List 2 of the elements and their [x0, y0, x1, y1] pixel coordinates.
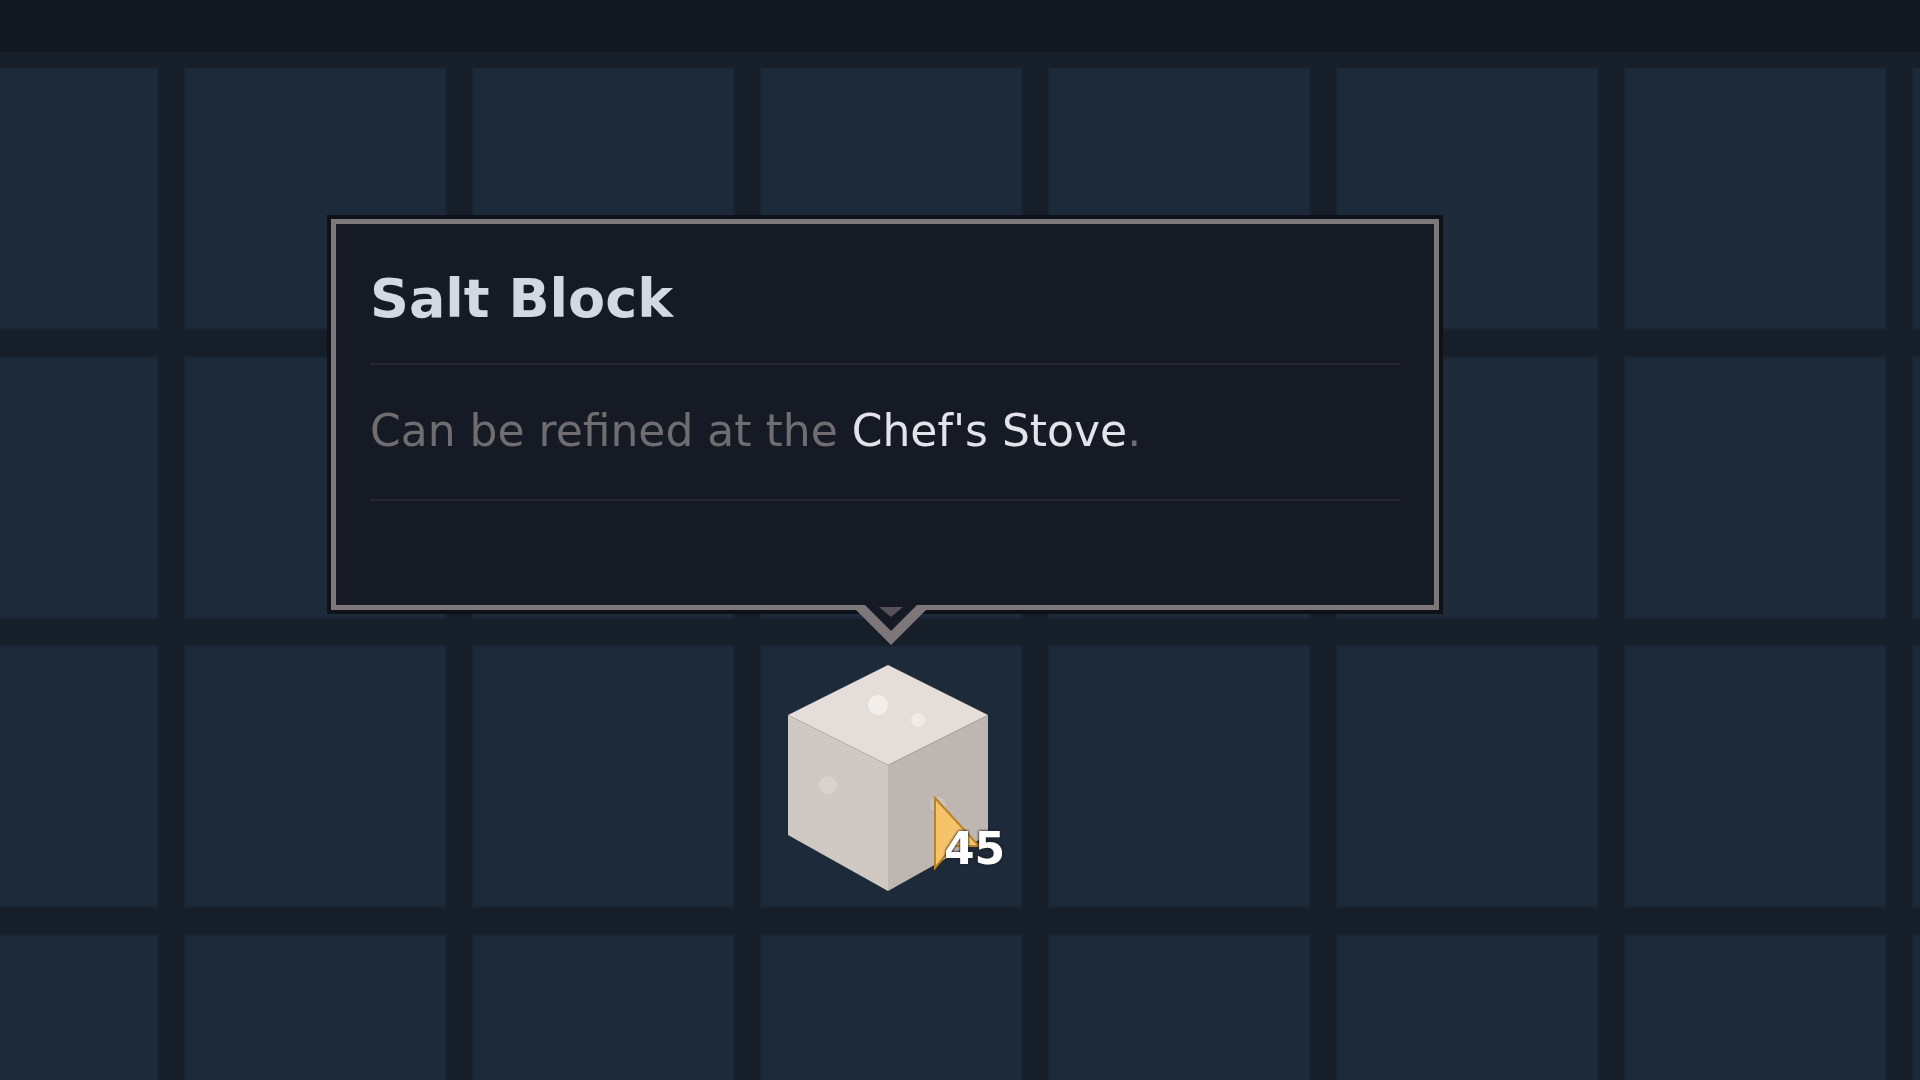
- tooltip-description: Can be refined at the Chef's Stove.: [370, 404, 1143, 459]
- tooltip-title: Salt Block: [370, 268, 675, 332]
